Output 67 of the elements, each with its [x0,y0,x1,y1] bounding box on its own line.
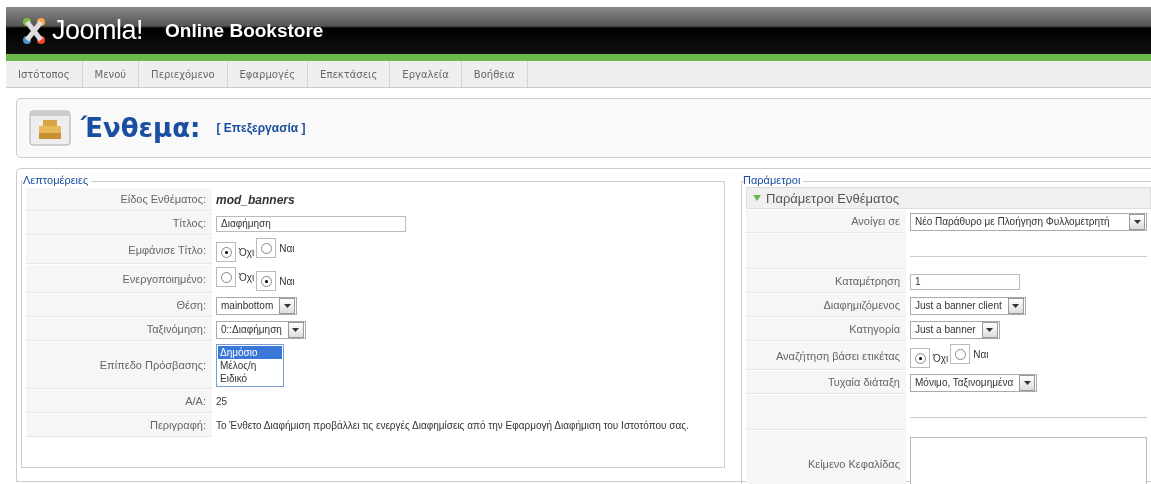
list-option[interactable]: Μέλος/η [218,359,282,372]
field-label: Καταμέτρηση [746,270,906,293]
field-label: Κείμενο Κεφαλίδας [746,431,906,484]
radio-button[interactable] [260,275,272,287]
caret-icon [292,327,300,332]
field-value: 25 [216,395,228,407]
access-level-list[interactable]: Δημόσιο Μέλος/η Ειδικό [216,344,284,387]
field-label: Ταξινόμηση: [26,318,212,341]
radio-label: Όχι [933,352,949,364]
dropdown[interactable]: Νέο Παράθυρο με Πλοήγηση Φυλλομετρητή [910,212,1147,231]
field-label: Εμφάνισε Τίτλο: [26,236,212,264]
module-type-value: mod_banners [216,192,295,207]
field-label: Διαφημιζόμενος [746,294,906,317]
site-name: Online Bookstore [165,19,324,42]
radio-button[interactable] [260,242,272,254]
dropdown[interactable]: Μόνιμο, Ταξινομημένα [910,373,1038,392]
menu-item[interactable]: Βοήθεια [461,61,528,87]
menu-item[interactable]: Εργαλεία [390,61,462,87]
collapsible-header[interactable]: Παράμετροι Ενθέματος [746,187,1151,209]
radio-label: Ναι [279,275,295,287]
field-label: Είδος Ενθέματος: [26,188,212,211]
field-label: Τίτλος: [26,212,212,235]
radio-label: Όχι [239,246,255,258]
dropdown[interactable]: Just a banner client [910,296,1026,315]
text-area[interactable] [910,436,1147,484]
field-label: Περιγραφή: [26,414,212,437]
field-label: Ανοίγει σε [746,210,906,233]
joomla-logo-icon [20,15,48,46]
radio-button[interactable] [220,246,232,258]
caret-icon [1012,303,1020,308]
text-field[interactable]: 1 [910,273,1020,290]
field-label: Επίπεδο Πρόσβασης: [26,342,212,389]
caret-icon [1133,219,1141,224]
page-subtitle: [ Επεξεργασία ] [216,121,306,135]
panel-legend: Παράμετροι [743,174,804,186]
caret-icon [283,303,291,308]
field-label: Θέση: [26,294,212,317]
menu-item[interactable]: Εφαρμογές [227,61,309,87]
module-icon [29,110,71,146]
field-label: Α/Α: [26,390,212,413]
dropdown[interactable]: 0::Διαφήμηση [216,320,306,339]
radio-button[interactable] [954,348,966,360]
radio-button[interactable] [220,271,232,283]
caret-icon [986,327,994,332]
page-title: Ένθεμα: [81,113,201,143]
radio-label: Ναι [279,242,295,254]
list-option[interactable]: Δημόσιο [218,346,282,359]
menu-item[interactable]: Μενού [82,61,140,87]
menu-item[interactable]: Επεκτάσεις [308,61,391,87]
dropdown[interactable]: Just a banner [910,320,1000,339]
radio-label: Ναι [973,348,989,360]
field-value: Το Ένθετο Διαφήμιση προβάλλει τις ενεργές Διαφημίσεις από την Εφαρμογή Διαφήμιση του Ιστοτόπου σας. [216,419,689,431]
menu-item[interactable]: Περιεχόμενο [139,61,228,87]
field-label: Ενεργοποιημένο: [26,265,212,293]
text-field[interactable]: Διαφήμηση [216,215,406,232]
menu-item[interactable]: Ιστότοπος [6,61,83,87]
panel-title: Παράμετροι Ενθέματος [766,190,899,206]
radio-label: Όχι [239,271,255,283]
logo-text: Joomla! [52,15,144,46]
dropdown[interactable]: mainbottom [216,296,298,315]
list-option[interactable]: Ειδικό [218,372,282,385]
field-label: Τυχαία διάταξη [746,371,906,394]
field-label: Αναζήτηση βάσει ετικέτας [746,342,906,370]
radio-button[interactable] [914,352,926,364]
panel-legend: Λεπτομέρειες [23,174,92,186]
field-label: Κατηγορία [746,318,906,341]
caret-icon [1023,380,1031,385]
